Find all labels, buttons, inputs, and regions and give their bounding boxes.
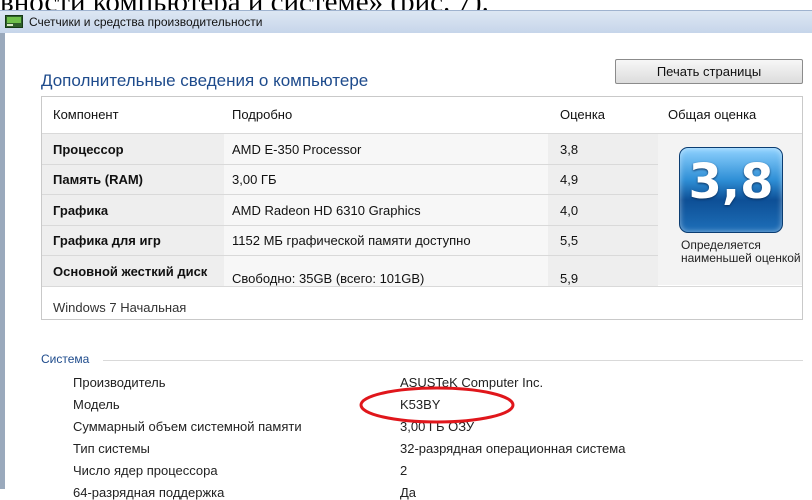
system-key: Суммарный объем системной памяти — [73, 419, 302, 434]
component-name: Память (RAM) — [42, 165, 224, 194]
row-divider — [42, 286, 802, 287]
component-score: 4,9 — [548, 165, 658, 194]
component-score: 3,8 — [548, 134, 658, 164]
window-title: Счетчики и средства производительности — [29, 15, 263, 29]
os-edition: Windows 7 Начальная — [53, 300, 187, 315]
header-score: Оценка — [560, 107, 606, 122]
component-name: Графика — [42, 195, 224, 225]
annotation-ellipse — [359, 386, 515, 424]
overall-score-badge[interactable]: 3,8 — [679, 147, 783, 233]
component-score: 5,5 — [548, 226, 658, 255]
component-detail: AMD Radeon HD 6310 Graphics — [224, 195, 548, 225]
overall-score-note: Определяется наименьшей оценкой — [681, 238, 801, 265]
header-detail: Подробно — [232, 107, 293, 122]
system-section-label: Система — [41, 352, 90, 366]
component-name: Основной жесткий диск — [42, 256, 224, 286]
system-section-divider — [103, 360, 803, 361]
print-page-button[interactable]: Печать страницы — [615, 59, 803, 84]
system-key: Число ядер процессора — [73, 463, 218, 478]
window-app-icon — [5, 15, 23, 28]
component-detail: 3,00 ГБ — [224, 165, 548, 194]
component-score: 5,9 — [548, 256, 658, 286]
component-name: Процессор — [42, 134, 224, 164]
component-detail: AMD E-350 Processor — [224, 134, 548, 164]
system-value: 2 — [400, 463, 408, 478]
header-component: Компонент — [53, 107, 119, 122]
system-key: Модель — [73, 397, 120, 412]
component-score: 4,0 — [548, 195, 658, 225]
system-key: Производитель — [73, 375, 166, 390]
system-key: 64-разрядная поддержка — [73, 485, 225, 500]
content-area: Дополнительные сведения о компьютере Печ… — [5, 33, 812, 500]
overall-score-value: 3,8 — [688, 154, 774, 210]
header-overall: Общая оценка — [668, 107, 757, 122]
title-bar[interactable]: Счетчики и средства производительности — [0, 10, 812, 34]
system-key: Тип системы — [73, 441, 150, 456]
system-value: Да — [400, 485, 417, 500]
page-title: Дополнительные сведения о компьютере — [41, 71, 369, 90]
system-value: 32-разрядная операционная система — [400, 441, 626, 456]
window: Счетчики и средства производительности Д… — [0, 10, 812, 500]
component-detail: 1152 МБ графической памяти доступно — [224, 226, 548, 255]
component-name: Графика для игр — [42, 226, 224, 255]
component-detail: Свободно: 35GB (всего: 101GB) — [224, 256, 548, 286]
